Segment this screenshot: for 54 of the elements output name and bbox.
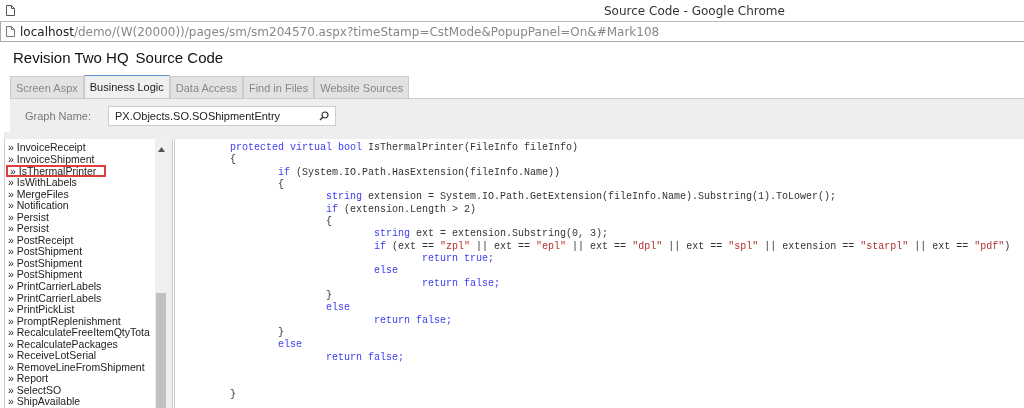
page-icon — [6, 26, 15, 38]
scroll-up-icon[interactable] — [158, 146, 165, 152]
member-item[interactable]: » MergeFiles — [5, 188, 155, 201]
member-item[interactable]: » Notification — [5, 200, 155, 212]
search-icon[interactable] — [319, 110, 329, 121]
member-item[interactable]: » Report — [5, 373, 155, 385]
url-text[interactable]: localhost/demo/(W(20000))/pages/sm/sm204570.aspx?timeStamp=CstMode&PopupPanel=On&#Mark108 — [20, 24, 660, 39]
member-item[interactable]: » IsWithLabels — [5, 177, 155, 189]
member-item[interactable]: » ShipAvailable — [5, 396, 155, 408]
code-line: } — [325, 290, 334, 302]
member-item[interactable]: » PromptReplenishment — [5, 315, 155, 328]
member-item[interactable]: » PostReceipt — [5, 234, 155, 247]
code-line: else — [277, 339, 304, 352]
code-line: return false; — [421, 277, 502, 291]
code-line: string ext = extension.Substring(0, 3); — [373, 228, 610, 241]
member-item[interactable]: » InvoiceShipment — [5, 153, 155, 166]
tab[interactable]: Business Logic — [83, 75, 170, 99]
code-line: else — [325, 302, 352, 315]
member-item[interactable]: » RecalculateFreeItemQtyTota — [5, 327, 155, 339]
page-title: Source Code — [135, 49, 224, 67]
window-title: Source Code - Google Chrome — [604, 3, 785, 18]
member-item[interactable]: » PostShipment — [5, 269, 155, 281]
code-line: if (extension.Length > 2) — [325, 203, 478, 216]
code-line: if (ext == "zpl" || ext == "epl" || ext == "dpl" || ext == "spl" || extension == "starpl" || ext == "pdf") — [373, 240, 1012, 254]
code-line: return false; — [325, 351, 406, 365]
member-item[interactable]: » Persist — [5, 223, 155, 235]
member-item[interactable]: » IsThermalPrinter — [6, 165, 107, 178]
member-item[interactable]: » RecalculatePackages — [5, 338, 155, 351]
code-line: string extension = System.IO.Path.GetExtension(fileInfo.Name).Substring(1).ToLower(); — [325, 191, 838, 204]
code-line: protected virtual bool IsThermalPrinter(FileInfo fileInfo) — [230, 141, 580, 154]
code-line: return false; — [373, 314, 454, 328]
member-item[interactable]: » SelectSO — [5, 384, 155, 397]
field-label: Graph Name: — [23, 109, 92, 122]
code-line: else — [373, 265, 400, 278]
member-item[interactable]: » InvoiceReceipt — [5, 141, 155, 154]
member-item[interactable]: » PostShipment — [5, 246, 155, 258]
member-item[interactable]: » PrintCarrierLabels — [5, 281, 155, 293]
code-line: } — [230, 388, 237, 402]
member-item[interactable]: » ReceiveLotSerial — [5, 350, 155, 362]
member-item[interactable]: » PostShipment — [5, 257, 155, 270]
code-line: { — [230, 154, 237, 167]
graph-name-field[interactable]: PX.Objects.SO.SOShipmentEntry — [108, 105, 336, 126]
code-line: return true; — [421, 253, 496, 266]
member-item[interactable]: » PrintPickList — [5, 304, 155, 316]
scrollbar-thumb[interactable] — [156, 292, 166, 408]
member-item[interactable]: » PrintCarrierLabels — [5, 292, 155, 305]
page-icon — [6, 5, 15, 17]
code-line: { — [325, 216, 334, 229]
code-line: if (System.IO.Path.HasExtension(fileInfo.Name)) — [277, 166, 562, 179]
member-item[interactable]: » Persist — [5, 211, 155, 224]
company-name: Revision Two HQ — [13, 49, 129, 67]
member-item[interactable]: » RemoveLineFromShipment — [5, 361, 155, 374]
code-line: } — [277, 327, 286, 339]
code-line: { — [277, 179, 286, 192]
